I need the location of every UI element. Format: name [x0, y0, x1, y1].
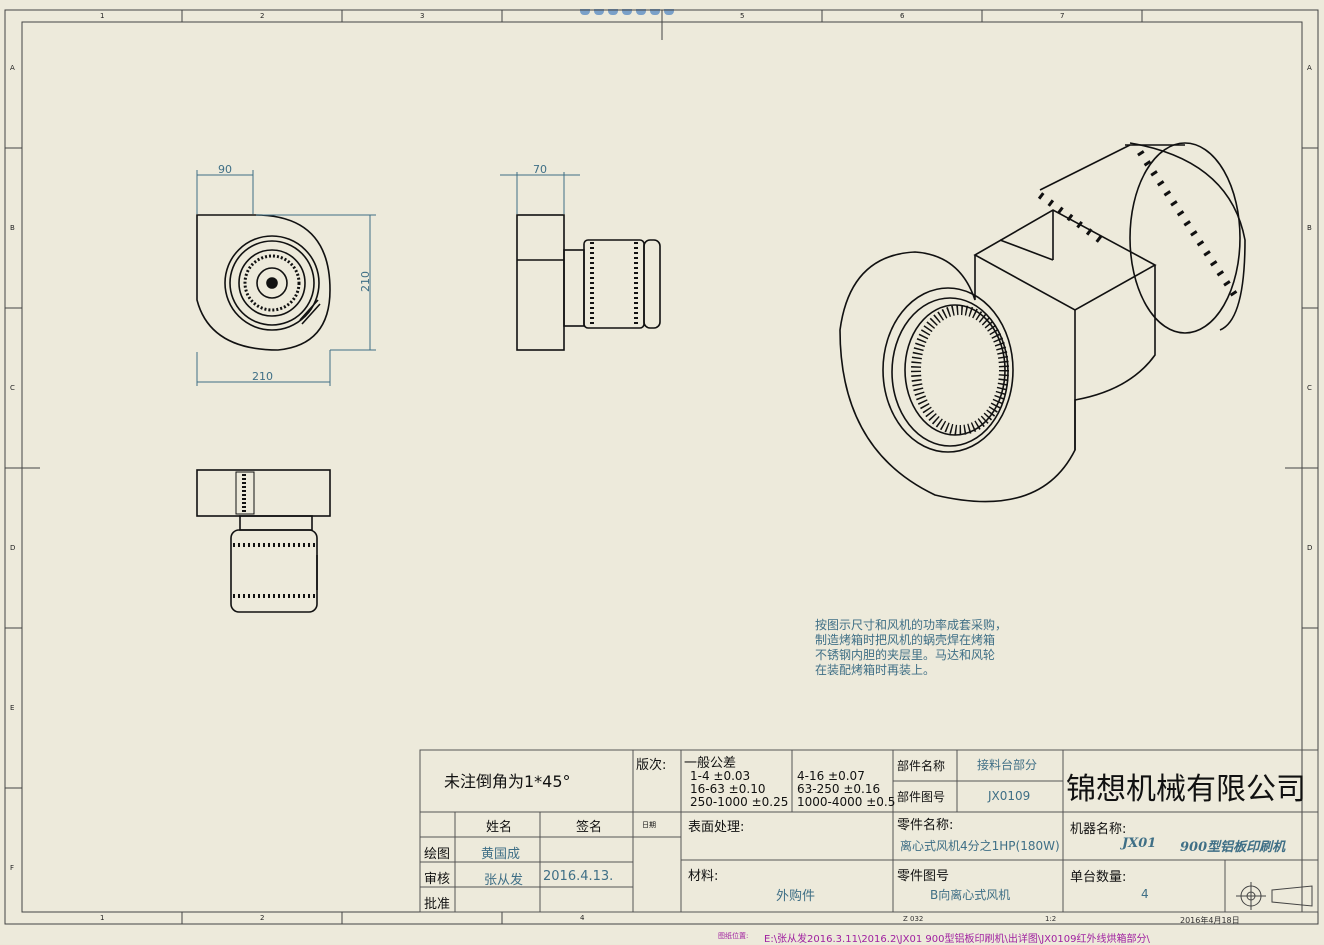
unit-quantity-value: 4	[1141, 887, 1149, 901]
tolerance-row: 1000-4000 ±0.5	[797, 795, 896, 809]
component-drawing-label: 部件图号	[897, 790, 946, 804]
company-name: 锦想机械有限公司	[1066, 772, 1306, 807]
component-name-label: 部件名称	[897, 759, 946, 773]
part-drawing-label: 零件图号	[897, 869, 950, 884]
date-label: 日期	[642, 821, 656, 829]
tolerance-col-1: 1-4 ±0.03 16-63 ±0.10 250-1000 ±0.25	[690, 770, 788, 809]
checked-date: 2016.4.13.	[543, 869, 614, 884]
tolerance-row: 250-1000 ±0.25	[690, 795, 789, 809]
file-path: E:\张从发2016.3.11\2016.2\JX01 900型铝板印刷机\出详…	[764, 934, 1150, 945]
drawn-label: 绘图	[424, 847, 451, 862]
component-name-value: 接料台部分	[977, 758, 1038, 772]
component-drawing-value: JX0109	[988, 789, 1031, 803]
machine-name-label: 机器名称:	[1070, 822, 1127, 837]
machine-name: 900型铝板印刷机	[1180, 840, 1286, 855]
checked-by: 张从发	[484, 873, 524, 888]
scale-info: 1:2	[1045, 915, 1057, 923]
part-drawing-value: B向离心式风机	[930, 888, 1011, 902]
unit-quantity-label: 单台数量:	[1070, 870, 1127, 885]
checked-label: 审核	[424, 872, 451, 887]
approved-label: 批准	[424, 897, 451, 912]
drawing-date: 2016年4月18日	[1180, 916, 1240, 925]
drawing-sheet: 1 2 3 5 6 7 1 2 4 A B C D E F A B C D 90…	[0, 0, 1324, 945]
projection-symbol	[1236, 882, 1313, 910]
drawn-by: 黄国成	[481, 847, 521, 862]
material-value: 外购件	[776, 889, 816, 904]
surface-treatment-label: 表面处理:	[688, 820, 745, 835]
revision-label: 版次:	[636, 758, 667, 773]
part-name-label: 零件名称:	[897, 818, 954, 833]
chamfer-note: 未注倒角为1*45°	[444, 772, 571, 791]
header-name: 姓名	[486, 820, 513, 835]
file-path-bar: 图纸位置: E:\张从发2016.3.11\2016.2\JX01 900型铝板…	[0, 929, 1324, 945]
material-label: 材料:	[688, 869, 719, 884]
scale-sheet-info: Z 032	[903, 915, 924, 923]
part-name-value: 离心式风机4分之1HP(180W)	[900, 839, 1060, 853]
file-path-label: 图纸位置:	[718, 932, 749, 940]
tolerance-col-2: 4-16 ±0.07 63-250 ±0.16 1000-4000 ±0.5	[797, 770, 895, 809]
header-signature: 签名	[576, 820, 603, 835]
machine-code: JX01	[1122, 836, 1157, 851]
